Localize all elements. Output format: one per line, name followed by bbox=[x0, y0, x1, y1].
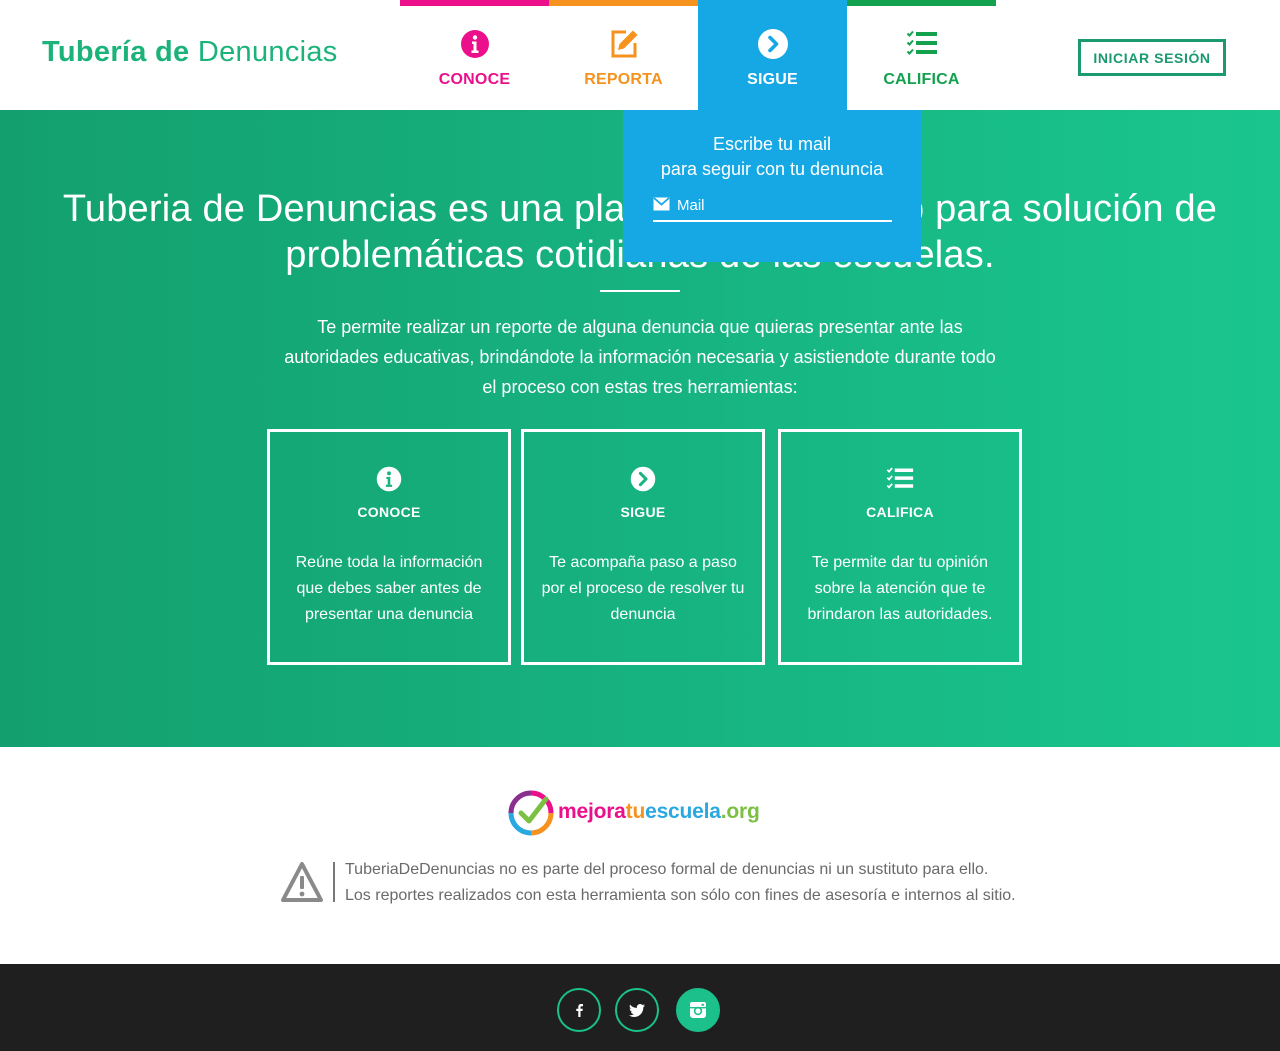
brand-light: Denuncias bbox=[197, 36, 338, 68]
info-icon bbox=[376, 466, 402, 492]
card-description: Te permite dar tu opinión sobre la atenc… bbox=[807, 554, 993, 623]
nav-reporta[interactable]: REPORTA bbox=[549, 0, 698, 110]
dropdown-line1: Escribe tu mail bbox=[712, 134, 832, 154]
hero-description: Te permite realizar un reporte de alguna… bbox=[284, 317, 996, 397]
mejoratuescuela-logo[interactable]: mejoratuescuela.org bbox=[508, 790, 778, 836]
dropdown-prompt: Escribe tu mail para seguir con tu denun… bbox=[623, 132, 921, 182]
logo-part-mejora: mejora bbox=[558, 800, 626, 823]
nav-sigue[interactable]: SIGUE bbox=[698, 0, 847, 110]
checklist-icon bbox=[886, 467, 914, 489]
nav-conoce[interactable]: CONOCE bbox=[400, 0, 549, 110]
brand-logo[interactable]: Tubería de Denuncias bbox=[42, 36, 338, 69]
feature-card-califica[interactable]: CALIFICA Te permite dar tu opinión sobre… bbox=[778, 429, 1022, 665]
logo-part-escuela: escuela bbox=[645, 800, 721, 823]
twitter-button[interactable] bbox=[615, 988, 659, 1032]
checklist-icon bbox=[906, 30, 937, 55]
chevron-right-circle-icon bbox=[757, 29, 788, 59]
nav-stripe bbox=[847, 0, 996, 6]
instagram-button[interactable] bbox=[676, 988, 720, 1032]
instagram-icon bbox=[690, 1002, 706, 1018]
brand-bold: Tubería de bbox=[42, 36, 190, 68]
facebook-button[interactable] bbox=[557, 988, 601, 1032]
card-title: SIGUE bbox=[620, 504, 666, 520]
feature-card-conoce[interactable]: CONOCE Reúne toda la información que deb… bbox=[267, 429, 511, 665]
disclaimer-line2: Los reportes realizados con esta herrami… bbox=[345, 887, 1016, 904]
edit-icon bbox=[611, 30, 637, 58]
nav-califica[interactable]: CALIFICA bbox=[847, 0, 996, 110]
nav-stripe bbox=[400, 0, 549, 6]
mail-input[interactable] bbox=[677, 194, 887, 216]
warning-icon bbox=[281, 862, 323, 902]
nav-label: CONOCE bbox=[438, 71, 511, 88]
disclaimer: TuberiaDeDenuncias no es parte del proce… bbox=[345, 857, 1065, 909]
mail-icon bbox=[653, 197, 670, 211]
header: Tubería de Denuncias CONOCE REPORTA SIGU… bbox=[0, 0, 1280, 110]
logo-text: mejoratuescuela.org bbox=[558, 800, 760, 824]
dropdown-line2: para seguir con tu denuncia bbox=[660, 159, 884, 179]
mail-field[interactable] bbox=[653, 194, 892, 222]
divider bbox=[600, 290, 680, 292]
nav-stripe bbox=[549, 0, 698, 6]
disclaimer-line1: TuberiaDeDenuncias no es parte del proce… bbox=[345, 861, 989, 878]
nav-label: CALIFICA bbox=[883, 71, 960, 88]
card-title: CONOCE bbox=[357, 504, 421, 520]
sigue-dropdown: Escribe tu mail para seguir con tu denun… bbox=[623, 110, 921, 262]
chevron-right-circle-icon bbox=[630, 466, 656, 492]
logo-part-org: .org bbox=[720, 800, 760, 823]
footer bbox=[0, 964, 1280, 1051]
nav-label: SIGUE bbox=[747, 71, 798, 88]
card-description: Reúne toda la información que debes sabe… bbox=[295, 554, 483, 623]
feature-card-sigue[interactable]: SIGUE Te acompaña paso a paso por el pro… bbox=[521, 429, 765, 665]
check-ring-logo-icon bbox=[508, 790, 554, 836]
logo-part-tu: tu bbox=[625, 800, 646, 823]
nav-label: REPORTA bbox=[584, 71, 663, 88]
card-title: CALIFICA bbox=[866, 504, 934, 520]
login-button[interactable]: INICIAR SESIÓN bbox=[1078, 39, 1226, 76]
divider bbox=[333, 862, 335, 902]
info-icon bbox=[460, 30, 489, 58]
facebook-icon bbox=[576, 1004, 583, 1017]
card-description: Te acompaña paso a paso por el proceso d… bbox=[541, 554, 745, 623]
twitter-icon bbox=[629, 1003, 645, 1017]
